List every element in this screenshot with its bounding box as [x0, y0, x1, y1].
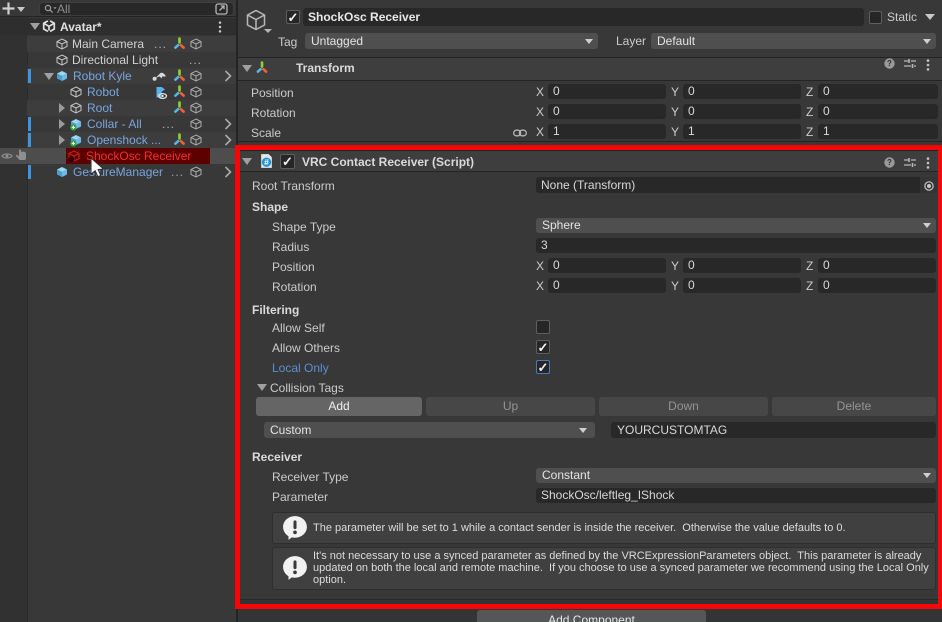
svg-text:?: ?: [887, 59, 892, 68]
